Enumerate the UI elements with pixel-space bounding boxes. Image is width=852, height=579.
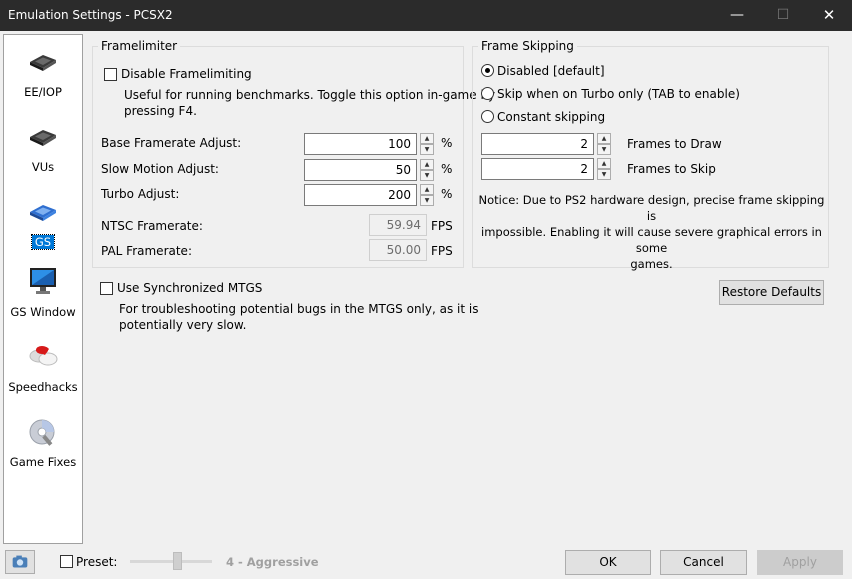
synchronized-mtgs-label[interactable]: Use Synchronized MTGS [117, 281, 262, 295]
sidebar-item-vus[interactable]: VUs [4, 120, 82, 192]
close-button[interactable]: ✕ [806, 0, 852, 31]
monitor-icon [30, 268, 56, 294]
sidebar-item-label: GS Window [10, 305, 76, 319]
sidebar-item-speedhacks[interactable]: Speedhacks [4, 340, 82, 412]
disable-framelimiting-label[interactable]: Disable Framelimiting [121, 67, 252, 81]
disable-framelimiting-checkbox[interactable] [104, 68, 117, 81]
sidebar-item-gs-window[interactable]: GS Window [4, 265, 82, 337]
preset-slider-thumb[interactable] [173, 552, 182, 570]
ntsc-framerate-input: 59.94 [369, 214, 427, 236]
base-framerate-label: Base Framerate Adjust: [101, 136, 242, 150]
turbo-adjust-label: Turbo Adjust: [101, 187, 180, 201]
pal-framerate-label: PAL Framerate: [101, 244, 192, 258]
preset-checkbox[interactable] [60, 555, 73, 568]
synchronized-mtgs-checkbox[interactable] [100, 282, 113, 295]
skip-turbo-radio[interactable] [481, 87, 494, 100]
synchronized-mtgs-description: For troubleshooting potential bugs in th… [119, 302, 479, 332]
frame-skipping-notice: Notice: Due to PS2 hardware design, prec… [478, 193, 825, 271]
restore-defaults-button[interactable]: Restore Defaults [719, 280, 824, 305]
slow-motion-input[interactable]: 50 [304, 159, 417, 181]
turbo-adjust-spinner[interactable]: ▲ ▼ [420, 184, 434, 206]
disc-wrench-icon [29, 419, 55, 446]
gpu-chip-icon [30, 205, 56, 221]
constant-skipping-radio[interactable] [481, 110, 494, 123]
settings-sidebar: EE/IOP VUs GS GS Window Speedhacks Game … [3, 34, 83, 544]
frames-to-draw-spinner[interactable]: ▲ ▼ [597, 133, 611, 155]
frame-skipping-title: Frame Skipping [478, 39, 577, 53]
sidebar-item-ee-iop[interactable]: EE/IOP [4, 45, 82, 117]
slow-motion-unit: % [441, 162, 453, 176]
pal-framerate-input: 50.00 [369, 239, 427, 261]
ntsc-framerate-unit: FPS [431, 219, 453, 233]
preset-value: 4 - Aggressive [226, 555, 319, 569]
cancel-button[interactable]: Cancel [660, 550, 747, 575]
sidebar-item-gs[interactable]: GS [4, 195, 82, 267]
frames-to-draw-input[interactable]: 2 [481, 133, 594, 155]
base-framerate-input[interactable]: 100 [304, 133, 417, 155]
frames-to-skip-input[interactable]: 2 [481, 158, 594, 180]
slow-motion-label: Slow Motion Adjust: [101, 162, 219, 176]
skip-disabled-radio[interactable] [481, 64, 494, 77]
base-framerate-unit: % [441, 136, 453, 150]
base-framerate-spinner[interactable]: ▲ ▼ [420, 133, 434, 155]
constant-skipping-label[interactable]: Constant skipping [497, 110, 605, 124]
frames-to-skip-spinner[interactable]: ▲ ▼ [597, 158, 611, 180]
apply-button[interactable]: Apply [757, 550, 843, 575]
preset-label[interactable]: Preset: [76, 555, 117, 569]
minimize-button[interactable]: — [714, 0, 760, 31]
framelimiter-title: Framelimiter [98, 39, 181, 53]
slow-motion-spinner[interactable]: ▲ ▼ [420, 159, 434, 181]
ntsc-framerate-label: NTSC Framerate: [101, 219, 203, 233]
screenshot-button[interactable] [5, 550, 35, 574]
ok-button[interactable]: OK [565, 550, 651, 575]
turbo-adjust-input[interactable]: 200 [304, 184, 417, 206]
preset-slider-track[interactable] [130, 560, 212, 563]
sidebar-item-label: Speedhacks [8, 380, 78, 394]
sidebar-item-label: VUs [31, 160, 55, 174]
skip-turbo-label[interactable]: Skip when on Turbo only (TAB to enable) [497, 87, 740, 101]
sidebar-item-label: GS [4, 234, 82, 250]
turbo-adjust-unit: % [441, 187, 453, 201]
frames-to-draw-label: Frames to Draw [627, 137, 722, 151]
pills-icon [29, 346, 58, 366]
chip-icon [30, 130, 56, 146]
skip-disabled-label[interactable]: Disabled [default] [497, 64, 605, 78]
window-title: Emulation Settings - PCSX2 [8, 8, 173, 22]
sidebar-item-game-fixes[interactable]: Game Fixes [4, 415, 82, 487]
frames-to-skip-label: Frames to Skip [627, 162, 716, 176]
title-bar: Emulation Settings - PCSX2 — ☐ ✕ [0, 0, 852, 31]
sidebar-item-label: Game Fixes [9, 455, 77, 469]
pal-framerate-unit: FPS [431, 244, 453, 258]
disable-framelimiting-description: Useful for running benchmarks. Toggle th… [124, 88, 496, 118]
maximize-button[interactable]: ☐ [760, 0, 806, 31]
chip-icon [30, 55, 56, 71]
camera-icon [12, 555, 28, 568]
sidebar-item-label: EE/IOP [24, 85, 62, 99]
